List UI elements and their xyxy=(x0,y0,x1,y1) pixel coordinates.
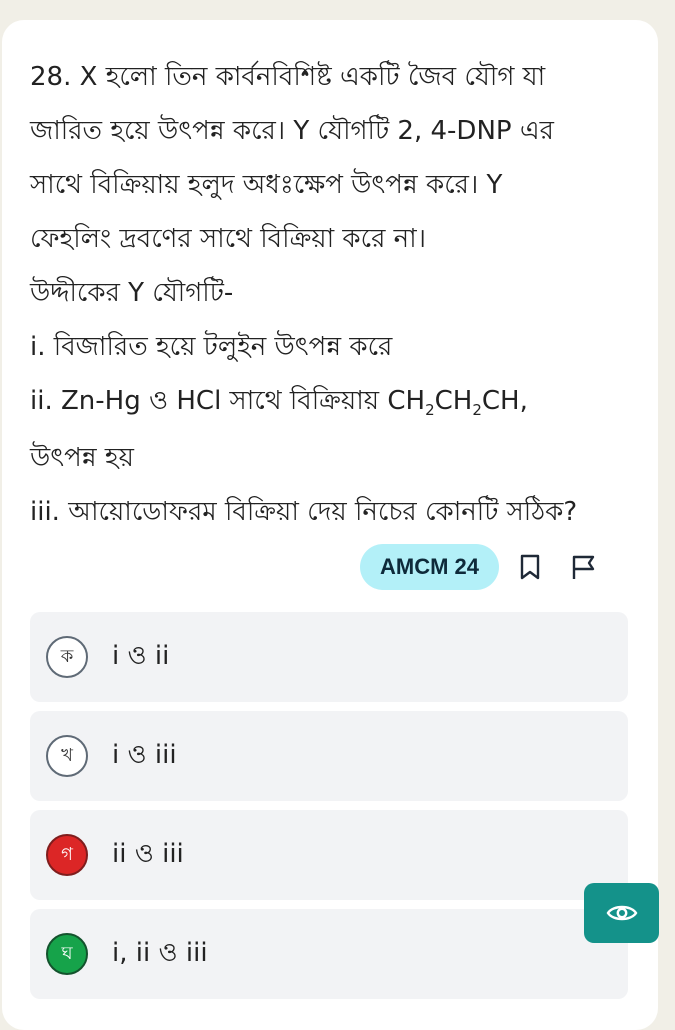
question-line: জারিত হয়ে উৎপন্ন করে। Y যৌগটি 2, 4-DNP … xyxy=(30,116,554,146)
show-explanation-button[interactable] xyxy=(584,883,659,943)
option-letter-badge: খ xyxy=(46,735,88,777)
formula-part: CH xyxy=(434,386,473,416)
option-kha[interactable]: খ i ও iii xyxy=(30,711,628,801)
exam-tag[interactable]: AMCM 24 xyxy=(360,544,500,590)
report-button[interactable] xyxy=(567,550,601,584)
option-text: i ও iii xyxy=(112,740,177,770)
statement-3: iii. আয়োডোফরম বিক্রিয়া দেয় নিচের কোনট… xyxy=(30,497,578,527)
statement-2-text: ii. Zn-Hg ও HCl সাথে বিক্রিয়ায় xyxy=(30,386,388,416)
statement-2: ii. Zn-Hg ও HCl সাথে বিক্রিয়ায় CH2CH2C… xyxy=(30,374,640,431)
question-line: ফেহলিং দ্রবণের সাথে বিক্রিয়া করে না। xyxy=(30,224,426,254)
question-text: 28. X হলো তিন কার্বনবিশিষ্ট একটি জৈব যৌগ… xyxy=(30,50,640,539)
question-meta-row: AMCM 24 xyxy=(360,544,601,590)
bookmark-icon xyxy=(520,554,540,580)
option-ka[interactable]: ক i ও ii xyxy=(30,612,628,702)
formula-subscript: 2 xyxy=(425,401,435,419)
flag-icon xyxy=(572,555,595,579)
question-line: সাথে বিক্রিয়ায় হলুদ অধঃক্ষেপ উৎপন্ন কর… xyxy=(30,170,503,200)
formula-part: CH, xyxy=(481,386,528,416)
option-gha[interactable]: ঘ i, ii ও iii xyxy=(30,909,628,999)
option-letter-badge-correct: ঘ xyxy=(46,933,88,975)
question-line: 28. X হলো তিন কার্বনবিশিষ্ট একটি জৈব যৌগ… xyxy=(30,62,546,92)
option-ga[interactable]: গ ii ও iii xyxy=(30,810,628,900)
formula-part: CH xyxy=(387,386,426,416)
option-text: ii ও iii xyxy=(112,839,184,869)
option-text: i ও ii xyxy=(112,641,170,671)
eye-icon xyxy=(606,905,637,921)
formula-subscript: 2 xyxy=(472,401,482,419)
bookmark-button[interactable] xyxy=(513,550,547,584)
statement-2-cont: উৎপন্ন হয় xyxy=(30,443,134,473)
option-letter-badge-wrong: গ xyxy=(46,834,88,876)
option-text: i, ii ও iii xyxy=(112,938,208,968)
option-letter-badge: ক xyxy=(46,636,88,678)
question-line: উদ্দীকের Y যৌগটি- xyxy=(30,278,234,308)
statement-1: i. বিজারিত হয়ে টলুইন উৎপন্ন করে xyxy=(30,332,393,362)
